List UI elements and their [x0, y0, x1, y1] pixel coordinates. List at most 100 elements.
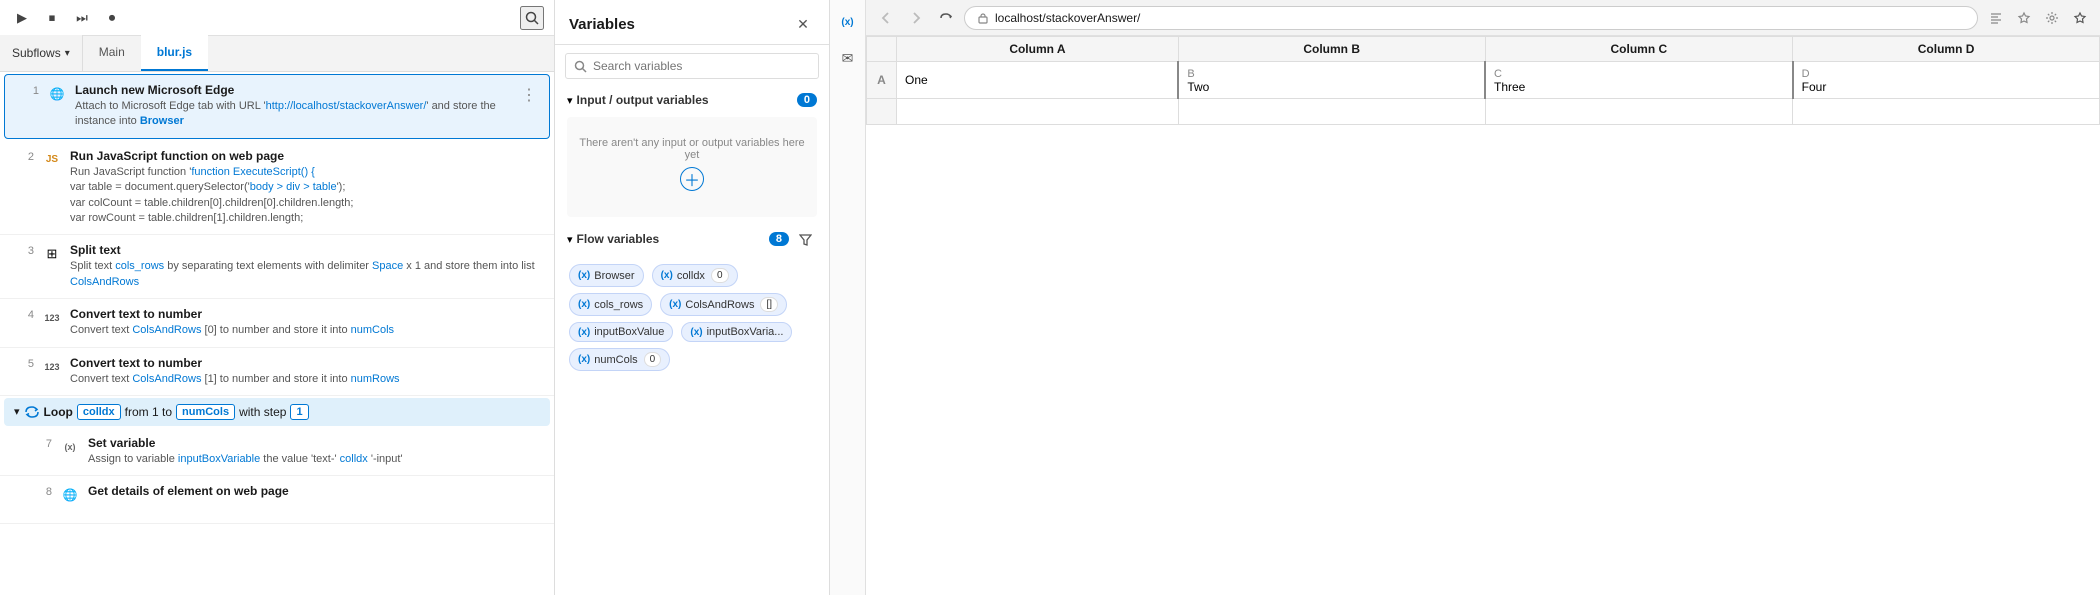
- spreadsheet-area: Column A Column B Column C Column D A B: [866, 36, 2100, 595]
- col-header-d: Column D: [1793, 37, 2100, 62]
- cell-b2-input[interactable]: [1187, 105, 1477, 119]
- tab-blurjs-label: blur.js: [157, 45, 192, 59]
- var-chip-numcols-label: numCols: [594, 354, 637, 366]
- tab-main[interactable]: Main: [83, 35, 141, 71]
- cell-c2[interactable]: [1485, 99, 1793, 125]
- var-chip-inputboxvalue[interactable]: (x) inputBoxValue: [569, 322, 673, 342]
- step-body-3: Split text Split text cols_rows by separ…: [70, 243, 544, 290]
- browser-reader-button[interactable]: [1984, 6, 2008, 30]
- chevron-down-icon: ▾: [65, 48, 70, 59]
- step-title-5: Convert text to number: [70, 356, 544, 370]
- browser-extra-buttons: [1984, 6, 2092, 30]
- flow-step-2[interactable]: 2 JS Run JavaScript function on web page…: [0, 141, 554, 236]
- var-chip-colldx[interactable]: (x) colldx 0: [652, 264, 738, 287]
- search-button[interactable]: [520, 6, 544, 30]
- cell-a1-input[interactable]: [905, 73, 1169, 87]
- variables-close-button[interactable]: ✕: [791, 12, 815, 36]
- browser-refresh-button[interactable]: [934, 6, 958, 30]
- input-output-collapse-icon: ▾: [567, 94, 573, 107]
- stop-button[interactable]: ⏹: [40, 6, 64, 30]
- browser-settings-button[interactable]: [2040, 6, 2064, 30]
- spreadsheet-table: Column A Column B Column C Column D A B: [866, 36, 2100, 125]
- step-desc-5: Convert text ColsAndRows [1] to number a…: [70, 372, 544, 387]
- cell-b1-input[interactable]: [1187, 80, 1476, 94]
- input-output-section-header[interactable]: ▾ Input / output variables 0: [559, 87, 825, 113]
- lock-icon: [977, 12, 989, 24]
- play-button[interactable]: ▶: [10, 6, 34, 30]
- side-icons-panel: (x) ✉: [830, 0, 866, 595]
- browser-url-bar[interactable]: localhost/stackoverAnswer/: [964, 6, 1978, 30]
- browser-panel: localhost/stackoverAnswer/: [866, 0, 2100, 595]
- flow-step-3[interactable]: 3 ⊞ Split text Split text cols_rows by s…: [0, 235, 554, 299]
- step-num-5: 5: [10, 356, 34, 370]
- cell-d2[interactable]: [1793, 99, 2100, 125]
- step-num-1: 1: [15, 83, 39, 97]
- tab-blurjs[interactable]: blur.js: [141, 35, 208, 71]
- var-chip-colsandrows[interactable]: (x) ColsAndRows []: [660, 293, 787, 316]
- cell-b2[interactable]: [1178, 99, 1485, 125]
- cell-a1[interactable]: [897, 62, 1179, 99]
- loop-step: 1: [290, 404, 308, 420]
- step-desc-2: Run JavaScript function 'function Execut…: [70, 165, 544, 227]
- var-search-box[interactable]: [565, 53, 819, 79]
- cell-c1[interactable]: C: [1485, 62, 1793, 99]
- var-chip-colsandrows-val: []: [760, 297, 778, 312]
- browser-forward-button[interactable]: [904, 6, 928, 30]
- browser-favorites-button[interactable]: [2012, 6, 2036, 30]
- step-title-8: Get details of element on web page: [88, 484, 544, 498]
- cell-a2[interactable]: [897, 99, 1179, 125]
- cell-d1[interactable]: D: [1793, 62, 2100, 99]
- skip-button[interactable]: ⏭: [70, 6, 94, 30]
- flow-step-4[interactable]: 4 123 Convert text to number Convert tex…: [0, 299, 554, 347]
- browser-star-button[interactable]: [2068, 6, 2092, 30]
- cell-c2-input[interactable]: [1494, 105, 1785, 119]
- step-num-8: 8: [28, 484, 52, 498]
- browser-url-text: localhost/stackoverAnswer/: [995, 11, 1965, 25]
- cell-d1-input[interactable]: [1802, 80, 2091, 94]
- col-header-c: Column C: [1485, 37, 1793, 62]
- cell-d2-input[interactable]: [1801, 105, 2091, 119]
- loop-var1: colldx: [77, 404, 121, 420]
- edge-url[interactable]: http://localhost/stackoverAnswer/: [266, 100, 427, 112]
- step-more-1[interactable]: ⋮: [519, 83, 539, 105]
- add-variable-button[interactable]: ＋: [680, 167, 704, 191]
- cell-a2-input[interactable]: [905, 105, 1170, 119]
- var-chips-container: (x) Browser (x) colldx 0 (x) cols_rows (…: [559, 257, 825, 378]
- var-chip-inputboxvaria[interactable]: (x) inputBoxVaria...: [681, 322, 792, 342]
- variables-search-input[interactable]: [593, 59, 810, 73]
- cell-b1[interactable]: B: [1178, 62, 1485, 99]
- browser-back-button[interactable]: [874, 6, 898, 30]
- flow-vars-section-header[interactable]: ▾ Flow variables 8: [559, 221, 825, 257]
- subflows-label: Subflows: [12, 46, 61, 60]
- var-chip-browser[interactable]: (x) Browser: [569, 264, 644, 287]
- flow-step-6-loop[interactable]: ▾ Loop colldx from 1 to numCols with ste…: [4, 398, 550, 426]
- table-row-2: [867, 99, 2100, 125]
- row-header-a: A: [867, 62, 897, 99]
- var-chip-cols-rows[interactable]: (x) cols_rows: [569, 293, 652, 316]
- browser-toolbar: localhost/stackoverAnswer/: [866, 0, 2100, 36]
- input-output-count-badge: 0: [797, 93, 817, 107]
- step-desc-4: Convert text ColsAndRows [0] to number a…: [70, 323, 544, 338]
- step-desc-3: Split text cols_rows by separating text …: [70, 259, 544, 290]
- flow-step-8[interactable]: 8 🌐 Get details of element on web page: [0, 476, 554, 524]
- record-button[interactable]: ⏺: [100, 6, 124, 30]
- search-icon: [574, 60, 587, 73]
- step-body-8: Get details of element on web page: [88, 484, 544, 500]
- var-chip-numcols[interactable]: (x) numCols 0: [569, 348, 670, 371]
- var-chip-numcols-val: 0: [644, 352, 662, 367]
- cell-c1-input[interactable]: [1494, 80, 1784, 94]
- step-title-3: Split text: [70, 243, 544, 257]
- var-filter-button[interactable]: [793, 227, 817, 251]
- step-num-2: 2: [10, 149, 34, 163]
- flow-step-5[interactable]: 5 123 Convert text to number Convert tex…: [0, 348, 554, 396]
- var-chip-colldx-val: 0: [711, 268, 729, 283]
- step-title-1: Launch new Microsoft Edge: [75, 83, 511, 97]
- step-body-7: Set variable Assign to variable inputBox…: [88, 436, 544, 467]
- mail-icon-button[interactable]: ✉: [834, 44, 862, 72]
- subflows-button[interactable]: Subflows ▾: [0, 35, 83, 71]
- var-chip-inputboxvaria-label: inputBoxVaria...: [707, 326, 784, 338]
- flow-step-7[interactable]: 7 (x) Set variable Assign to variable in…: [0, 428, 554, 476]
- flow-step-1[interactable]: 1 🌐 Launch new Microsoft Edge Attach to …: [4, 74, 550, 139]
- step-num-7: 7: [28, 436, 52, 450]
- variables-icon-button[interactable]: (x): [834, 8, 862, 36]
